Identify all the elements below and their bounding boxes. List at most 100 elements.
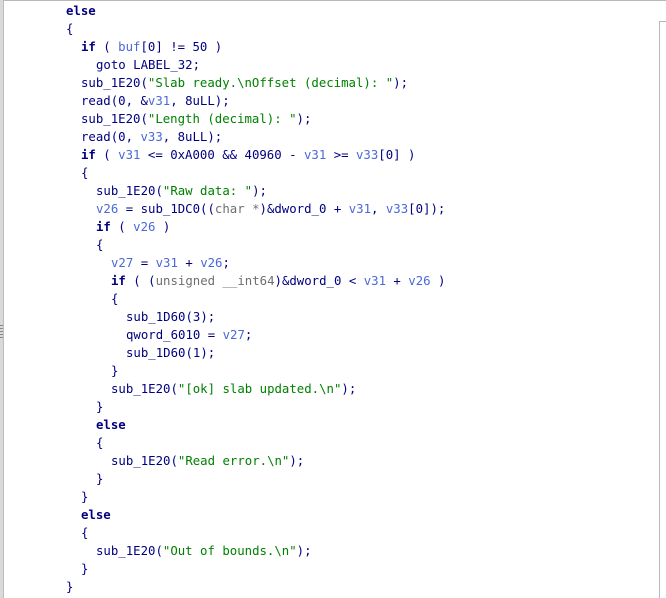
pseudocode-window: else{if ( buf[0] != 50 ) goto LABEL_32; su… [0,0,666,598]
code-token: v26 [96,202,119,216]
code-token: [0] ) [378,148,416,162]
code-token: "Read error.\n" [177,454,290,468]
code-line[interactable]: sub_1E20("Read error.\n"); [0,452,445,470]
code-line[interactable]: } [0,362,445,380]
code-line[interactable]: sub_1D60(1); [0,344,445,362]
code-token: (0, [110,130,141,144]
code-line[interactable]: if ( (unsigned __int64)&dword_0 < v31 + … [0,272,445,290]
code-token: (3); [185,310,216,324]
code-token: ( [170,454,178,468]
code-token: ( [95,40,119,54]
code-token: , 8uLL); [170,94,230,108]
code-token: ( [155,184,163,198]
code-token: "Length (decimal): " [147,112,297,126]
code-token: (1); [185,346,216,360]
code-token: } [66,580,74,594]
code-token: v31 [363,274,386,288]
pseudocode-view[interactable]: else{if ( buf[0] != 50 ) goto LABEL_32; su… [0,2,445,596]
code-token: buf [118,40,141,54]
code-line[interactable]: } [0,560,445,578]
code-line[interactable]: v27 = v31 + v26; [0,254,445,272]
code-line[interactable]: { [0,236,445,254]
code-token: sub_1D60 [126,310,186,324]
code-line[interactable]: } [0,470,445,488]
code-token: ); [289,454,305,468]
code-line[interactable]: { [0,524,445,542]
code-token: sub_1E20 [96,544,156,558]
code-token: if [96,220,111,234]
code-token: sub_1DC0 [140,202,201,216]
code-token: [0]); [408,202,446,216]
code-line[interactable]: } [0,488,445,506]
code-token: ); [296,544,312,558]
code-line[interactable]: } [0,398,445,416]
code-line[interactable]: sub_1E20("Raw data: "); [0,182,445,200]
code-token: { [81,166,89,180]
code-line[interactable]: { [0,290,445,308]
code-token: "Out of bounds.\n" [162,544,297,558]
code-token: { [66,22,74,36]
code-token: qword_6010 = [126,328,223,342]
code-token: + [177,256,201,270]
code-token: ( [155,544,163,558]
code-token: "Slab ready.\nOffset (decimal): " [147,76,394,90]
code-token: unsigned __int64 [155,274,275,288]
code-token: v31 [348,202,371,216]
code-token: sub_1E20 [81,112,141,126]
right-divider-notch [659,21,666,22]
code-line[interactable]: goto LABEL_32; [0,56,445,74]
code-line[interactable]: v26 = sub_1DC0((char *)&dword_0 + v31, v… [0,200,445,218]
code-line[interactable]: sub_1D60(3); [0,308,445,326]
code-token: ; [244,328,253,342]
code-token: sub_1D60 [126,346,186,360]
code-line[interactable]: } [0,578,445,596]
code-token: LABEL_32; [125,58,201,72]
code-line[interactable]: qword_6010 = v27; [0,326,445,344]
code-line[interactable]: sub_1E20("Slab ready.\nOffset (decimal):… [0,74,445,92]
code-token: v33 [356,148,379,162]
code-token: goto [96,58,126,72]
code-token: } [96,400,104,414]
code-token: else [81,508,111,522]
code-token: v31 [118,148,141,162]
code-token: sub_1E20 [111,382,171,396]
code-token: ) [430,274,446,288]
code-token: v31 [155,256,178,270]
code-line[interactable]: if ( v31 <= 0xA000 && 40960 - v31 >= v33… [0,146,445,164]
code-line[interactable]: if ( v26 ) [0,218,445,236]
code-token: v33 [140,130,163,144]
code-line[interactable]: if ( buf[0] != 50 ) [0,38,445,56]
code-line[interactable]: sub_1E20("[ok] slab updated.\n"); [0,380,445,398]
code-token: if [81,40,96,54]
code-token: (0, & [110,94,148,108]
code-line[interactable]: read(0, v33, 8uLL); [0,128,445,146]
code-line[interactable]: { [0,20,445,38]
code-token: v27 [111,256,134,270]
code-token: v33 [385,202,409,216]
code-token: else [96,418,126,432]
code-token: ( [95,148,119,162]
code-line[interactable]: sub_1E20("Out of bounds.\n"); [0,542,445,560]
code-token: read [81,130,111,144]
code-token: ); [252,184,267,198]
code-token: v31 [303,148,327,162]
code-line[interactable]: else [0,416,445,434]
code-token: { [81,526,89,540]
code-token: >= [326,148,356,162]
code-line[interactable]: { [0,434,445,452]
code-token: [0] != 50 ) [140,40,223,54]
right-divider [659,21,660,598]
code-token: = [133,256,156,270]
code-line[interactable]: sub_1E20("Length (decimal): "); [0,110,445,128]
code-token: char * [214,202,260,216]
code-line[interactable]: { [0,164,445,182]
code-line[interactable]: else [0,506,445,524]
code-token: { [96,436,104,450]
code-token: if [81,148,96,162]
code-line[interactable]: read(0, &v31, 8uLL); [0,92,445,110]
code-line[interactable]: else [0,2,445,20]
code-token: ( [140,112,148,126]
top-divider [4,0,666,1]
code-token: , [371,202,386,216]
code-token: sub_1E20 [111,454,171,468]
